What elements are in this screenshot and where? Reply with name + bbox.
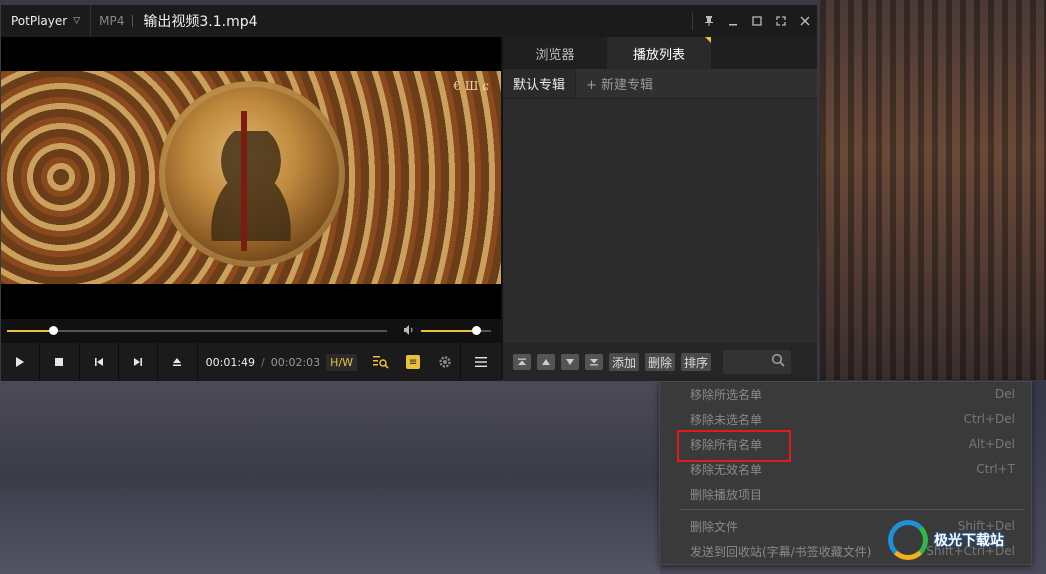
site-watermark-text: 极光下载站: [934, 533, 1004, 549]
tab-playlist[interactable]: 播放列表: [607, 37, 711, 69]
video-area[interactable]: € Ш ɕ: [1, 37, 501, 319]
window-controls-divider: [692, 12, 693, 30]
volume-icon[interactable]: [403, 324, 415, 339]
menu-item-label: 删除文件: [690, 519, 739, 534]
menu-item-remove-all[interactable]: 移除所有名单 Alt+Del: [660, 432, 1031, 456]
duration-time: 00:02:03: [270, 355, 321, 369]
eject-icon: [173, 358, 182, 366]
app-menu-button[interactable]: PotPlayer ▽: [1, 5, 92, 37]
menu-item-label: 移除所有名单: [690, 437, 763, 452]
eject-button[interactable]: [158, 343, 198, 381]
panel-tabs: 浏览器 播放列表: [503, 37, 817, 69]
pin-icon[interactable]: [697, 9, 721, 33]
seek-bar-fill: [7, 330, 53, 332]
menu-divider: [680, 509, 1025, 510]
play-button[interactable]: [1, 343, 41, 381]
title-bar: PotPlayer ▽ MP4 输出视频3.1.mp4: [1, 5, 817, 37]
video-rod-image: [241, 111, 247, 251]
menu-item-remove-invalid[interactable]: 移除无效名单 Ctrl+T: [660, 457, 1031, 481]
previous-button[interactable]: [80, 343, 119, 381]
format-label: MP4: [99, 14, 125, 28]
gear-icon: [438, 356, 451, 368]
sort-button[interactable]: 排序: [681, 353, 712, 371]
file-title: 输出视频3.1.mp4: [143, 14, 258, 30]
playlist-panel: 浏览器 播放列表 默认专辑 + 新建专辑 添加 删除 排序: [503, 37, 817, 381]
video-stamp-text: € Ш ɕ: [453, 79, 489, 93]
move-top-icon: [518, 358, 526, 365]
move-top-button[interactable]: [513, 354, 531, 370]
maximize-icon[interactable]: [745, 9, 769, 33]
previous-icon: [94, 358, 103, 366]
video-frame: € Ш ɕ: [1, 71, 501, 284]
play-icon: [16, 357, 25, 367]
menu-item-label: 移除所选名单: [690, 387, 763, 402]
menu-button[interactable]: [461, 343, 501, 381]
arrow-down-icon: [566, 359, 574, 365]
current-time: 00:01:49: [205, 355, 256, 369]
menu-item-shortcut: Ctrl+T: [976, 462, 1015, 476]
next-icon: [134, 358, 143, 366]
move-down-button[interactable]: [561, 354, 579, 370]
desktop-city-image: [820, 0, 1046, 380]
menu-item-label: 移除无效名单: [690, 462, 763, 477]
subtitle-icon: ≡: [406, 355, 421, 369]
playlist-list[interactable]: [503, 99, 817, 343]
site-logo-icon: [888, 520, 928, 560]
menu-item-remove-unselected[interactable]: 移除未选名单 Ctrl+Del: [660, 407, 1031, 431]
volume-slider[interactable]: [421, 326, 491, 335]
delete-button[interactable]: 删除: [645, 353, 676, 371]
move-bottom-button[interactable]: [585, 354, 603, 370]
move-up-button[interactable]: [537, 354, 555, 370]
move-bottom-icon: [590, 359, 598, 366]
menu-item-delete-playing[interactable]: 删除播放项目: [660, 482, 1031, 506]
playlist-search-button[interactable]: [365, 343, 397, 381]
seek-bar[interactable]: [7, 326, 387, 335]
stop-button[interactable]: [40, 343, 80, 381]
app-name: PotPlayer: [11, 14, 68, 28]
hamburger-menu-icon: [475, 357, 488, 367]
menu-item-label: 删除播放项目: [690, 487, 763, 502]
next-button[interactable]: [119, 343, 159, 381]
time-display: 00:01:49 / 00:02:03 H/W: [198, 353, 365, 371]
menu-item-label: 移除未选名单: [690, 412, 763, 427]
arrow-up-icon: [542, 359, 550, 365]
hw-decode-button[interactable]: H/W: [326, 353, 358, 371]
seekbar-row: [1, 319, 501, 343]
playlist-toolbar: 添加 删除 排序: [503, 343, 817, 381]
tab-browser[interactable]: 浏览器: [503, 37, 607, 69]
control-bar-right: ≡: [365, 343, 501, 381]
add-button[interactable]: 添加: [609, 353, 640, 371]
settings-button[interactable]: [429, 343, 462, 381]
potplayer-window: PotPlayer ▽ MP4 输出视频3.1.mp4 € Ш ɕ 00:01:…: [0, 4, 818, 381]
seek-handle[interactable]: [48, 326, 58, 335]
playlist-search-input[interactable]: [723, 350, 792, 374]
video-figure-image: [211, 131, 291, 241]
fullscreen-icon[interactable]: [769, 9, 793, 33]
control-bar: 00:01:49 / 00:02:03 H/W ≡: [1, 343, 501, 381]
desktop-landscape-image: [0, 380, 660, 574]
menu-item-remove-selected[interactable]: 移除所选名单 Del: [660, 382, 1031, 406]
menu-item-shortcut: Del: [995, 387, 1015, 401]
chevron-down-icon: ▽: [73, 16, 81, 26]
album-tab-default[interactable]: 默认专辑: [503, 69, 577, 98]
time-separator: /: [261, 355, 265, 369]
menu-item-shortcut: Ctrl+Del: [963, 412, 1015, 426]
menu-item-shortcut: Alt+Del: [968, 437, 1015, 451]
list-search-icon: [373, 356, 389, 369]
search-icon: [771, 353, 785, 367]
volume-handle[interactable]: [472, 326, 482, 335]
close-icon[interactable]: [793, 9, 817, 33]
minimize-icon[interactable]: [721, 9, 745, 33]
new-album-button[interactable]: + 新建专辑: [576, 69, 663, 98]
album-bar: 默认专辑 + 新建专辑: [503, 69, 817, 99]
window-controls: [692, 5, 817, 37]
volume-slider-fill: [421, 330, 477, 332]
subtitle-button[interactable]: ≡: [397, 343, 429, 381]
menu-item-label: 发送到回收站(字幕/书签收藏文件): [690, 544, 872, 559]
site-watermark: 极光下载站: [888, 515, 1038, 565]
stop-icon: [55, 358, 64, 366]
